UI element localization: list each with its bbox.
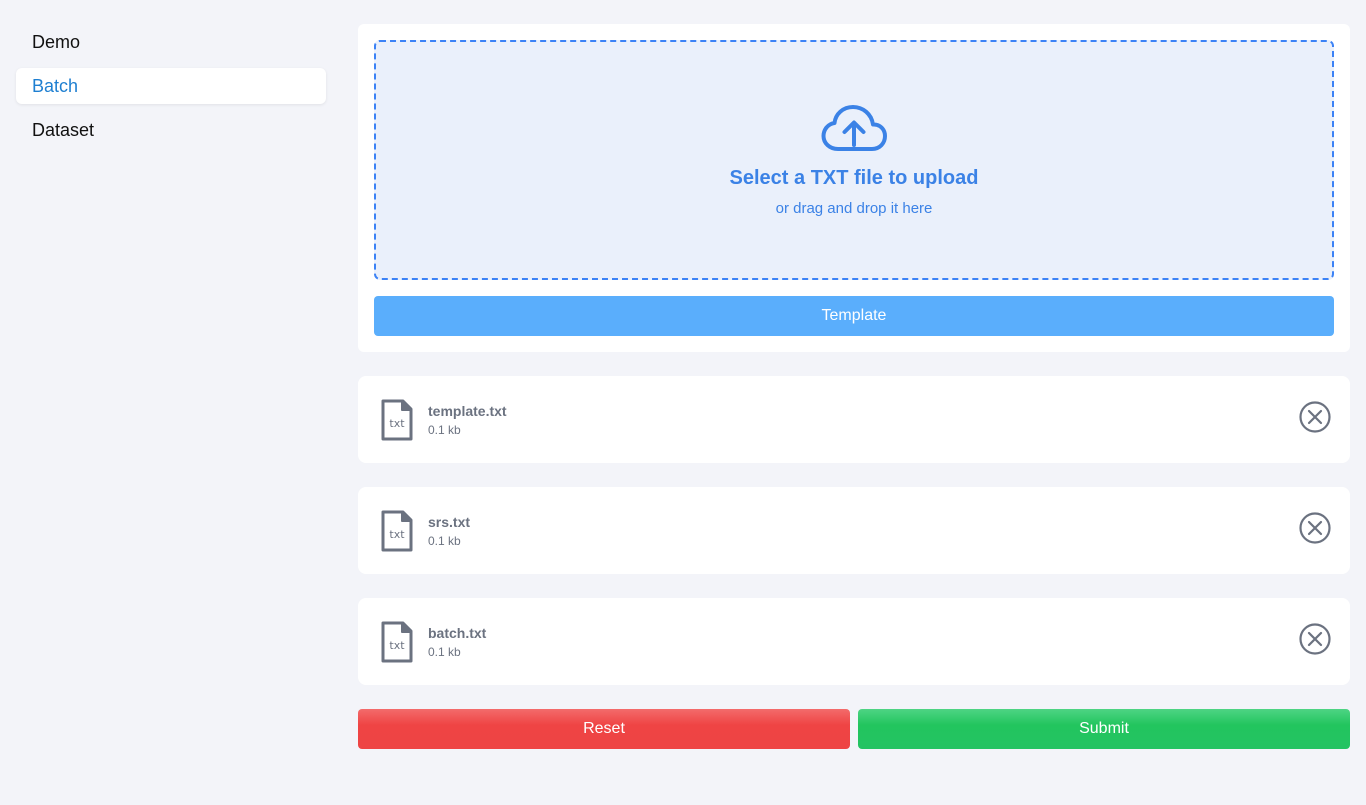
txt-file-icon: txt — [381, 510, 413, 551]
upload-card: Select a TXT file to upload or drag and … — [358, 24, 1350, 352]
file-type-label: txt — [389, 417, 405, 430]
sidebar-item-demo[interactable]: Demo — [16, 24, 326, 60]
file-size: 0.1 kb — [428, 533, 461, 548]
submit-button[interactable]: Submit — [858, 709, 1350, 749]
cloud-upload-icon — [821, 105, 887, 151]
upload-subtitle: or drag and drop it here — [775, 200, 933, 217]
file-type-label: txt — [389, 639, 405, 652]
file-size: 0.1 kb — [428, 422, 461, 437]
remove-file-icon[interactable] — [1298, 400, 1332, 434]
main-content: Select a TXT file to upload or drag and … — [358, 24, 1350, 749]
sidebar-item-dataset[interactable]: Dataset — [16, 112, 326, 148]
upload-title: Select a TXT file to upload — [729, 167, 979, 189]
txt-file-icon: txt — [381, 399, 413, 440]
sidebar-item-batch[interactable]: Batch — [16, 68, 326, 104]
remove-file-icon[interactable] — [1298, 511, 1332, 545]
reset-button[interactable]: Reset — [358, 709, 850, 749]
file-info: template.txt 0.1 kb — [428, 403, 507, 437]
file-item: txt batch.txt 0.1 kb — [358, 598, 1350, 685]
file-name: srs.txt — [428, 513, 471, 530]
txt-file-icon: txt — [381, 621, 413, 662]
sidebar: Demo Batch Dataset — [16, 24, 326, 156]
template-button[interactable]: Template — [374, 296, 1334, 336]
file-size: 0.1 kb — [428, 644, 461, 659]
file-type-label: txt — [389, 528, 405, 541]
file-name: batch.txt — [428, 624, 487, 641]
file-name: template.txt — [428, 402, 507, 419]
file-info: batch.txt 0.1 kb — [428, 625, 486, 659]
file-info: srs.txt 0.1 kb — [428, 514, 470, 548]
file-item: txt srs.txt 0.1 kb — [358, 487, 1350, 574]
file-dropzone[interactable]: Select a TXT file to upload or drag and … — [374, 40, 1334, 280]
action-bar: Reset Submit — [358, 709, 1350, 749]
remove-file-icon[interactable] — [1298, 622, 1332, 656]
file-item: txt template.txt 0.1 kb — [358, 376, 1350, 463]
